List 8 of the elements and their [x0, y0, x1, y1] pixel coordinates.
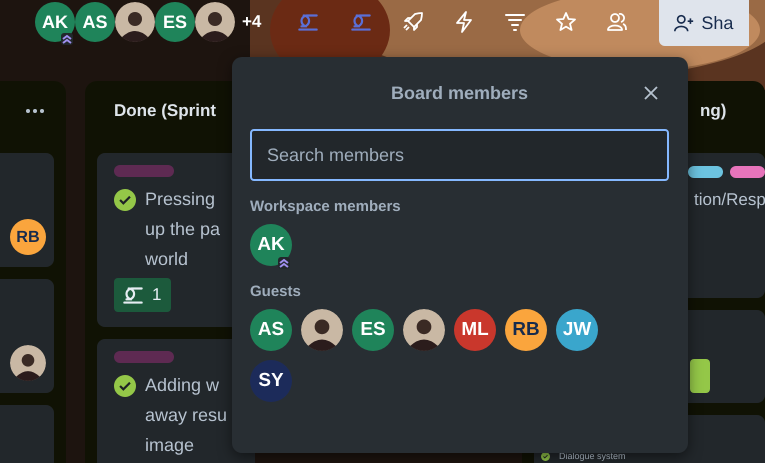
list-title: ng) — [700, 101, 726, 121]
popup-title: Board members — [390, 82, 528, 104]
child-count-badge: 1 — [114, 278, 172, 312]
list-title: Done (Sprint — [113, 100, 217, 122]
card-title: tion/Resp — [694, 189, 765, 211]
card-title: Dialogue system — [559, 452, 626, 461]
card-title: Adding w away resu image — [145, 374, 228, 457]
card-title: Pressing up the pa world — [145, 188, 220, 271]
